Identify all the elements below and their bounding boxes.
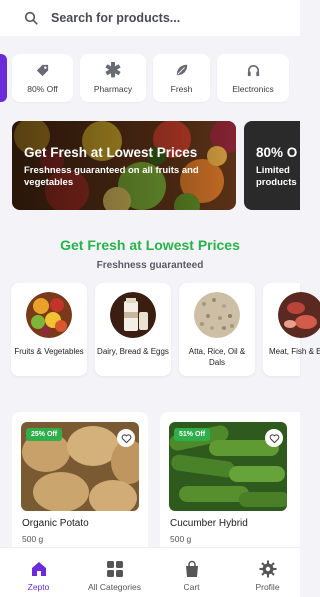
section-subtitle: Freshness guaranteed <box>96 260 204 271</box>
wishlist-button[interactable] <box>117 429 135 447</box>
grid-icon <box>106 561 123 577</box>
heart-icon <box>121 433 131 443</box>
nav-label: Cart <box>183 582 200 592</box>
category-label: Fresh <box>170 84 193 94</box>
banner-subtitle: Freshness guaranteed on all fruits and v… <box>24 165 199 188</box>
tile-dairy[interactable]: Dairy, Bread & Eggs <box>95 283 171 376</box>
settings-icon <box>259 560 276 578</box>
banner-subtitle: Limited products <box>256 165 297 188</box>
tile-meat-fish[interactable]: Meat, Fish & Eg <box>263 283 320 376</box>
category-label: Pharmacy <box>93 84 133 94</box>
category-label: Electronics <box>232 84 274 94</box>
tag-icon <box>35 62 51 78</box>
category-80-off[interactable]: 80% Off <box>12 54 73 102</box>
search-icon <box>24 11 38 25</box>
product-quantity: 500 g <box>170 534 192 544</box>
tile-atta-rice[interactable]: Atta, Rice, Oil & Dals <box>179 283 255 376</box>
discount-badge: 25% Off <box>26 428 63 441</box>
headphones-icon <box>245 62 261 78</box>
banner-title: Get Fresh at Lowest Prices <box>24 145 198 160</box>
meat-image <box>278 292 320 338</box>
heart-icon <box>269 433 279 443</box>
search-input[interactable]: Search for products... <box>51 11 180 25</box>
search-bar[interactable]: Search for products... <box>0 0 300 36</box>
tile-label: Fruits & Vegetables <box>14 347 84 356</box>
wishlist-button[interactable] <box>265 429 283 447</box>
asterisk-icon: ✱ <box>104 59 122 82</box>
product-card[interactable]: 25% Off Organic Potato 500 g <box>12 412 148 552</box>
tile-label: Dairy, Bread & Eggs <box>97 347 169 356</box>
nav-profile[interactable]: Profile <box>230 548 305 597</box>
category-electronics[interactable]: Electronics <box>217 54 289 102</box>
category-pharmacy[interactable]: ✱ Pharmacy <box>80 54 146 102</box>
category-label: 80% Off <box>27 84 58 94</box>
product-name: Organic Potato <box>22 518 89 529</box>
nav-label: All Categories <box>88 582 141 592</box>
home-icon <box>31 562 46 576</box>
category-accent <box>0 54 7 102</box>
nav-label: Zepto <box>27 582 50 592</box>
bottom-navigation: Zepto All Categories Cart Profile <box>0 547 300 597</box>
tile-label: Atta, Rice, Oil & Dals <box>188 347 246 367</box>
fruits-image <box>26 292 72 338</box>
nav-zepto[interactable]: Zepto <box>1 548 76 597</box>
nav-cart[interactable]: Cart <box>154 548 229 597</box>
tile-label: Meat, Fish & Eg <box>269 347 320 356</box>
tile-fruits-vegetables[interactable]: Fruits & Vegetables <box>11 283 87 376</box>
nav-all-categories[interactable]: All Categories <box>77 548 152 597</box>
product-card[interactable]: 51% Off Cucumber Hybrid 500 g <box>160 412 300 552</box>
rice-image <box>194 292 240 338</box>
category-fresh[interactable]: Fresh <box>153 54 210 102</box>
section-title: Get Fresh at Lowest Prices <box>60 237 240 253</box>
dairy-image <box>110 292 156 338</box>
product-name: Cucumber Hybrid <box>170 518 248 529</box>
leaf-icon <box>174 62 190 78</box>
product-quantity: 500 g <box>22 534 44 544</box>
banner-title: 80% O <box>256 145 298 160</box>
nav-label: Profile <box>255 582 280 592</box>
promo-banner[interactable]: 80% O Limited products <box>244 121 300 210</box>
promo-banner[interactable]: Get Fresh at Lowest Prices Freshness gua… <box>12 121 236 210</box>
discount-badge: 51% Off <box>174 428 211 441</box>
shopping-bag-icon <box>185 560 198 577</box>
